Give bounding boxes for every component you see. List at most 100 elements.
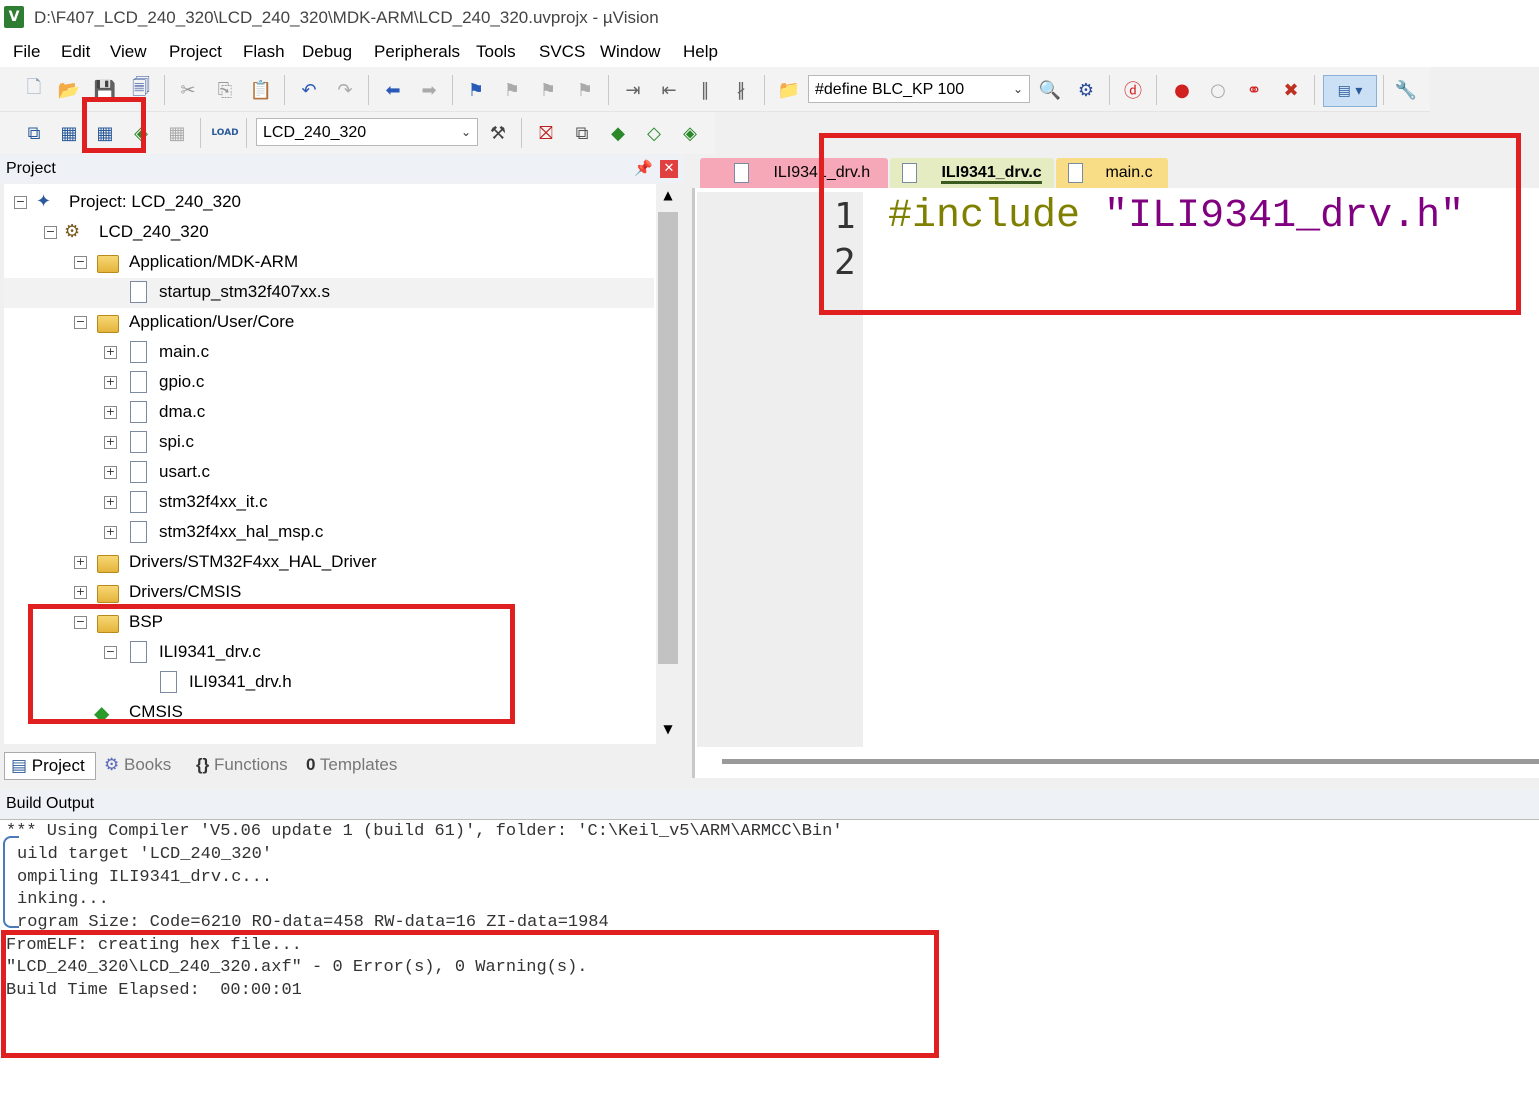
find-replace-icon[interactable]: ⚙ (1073, 77, 1099, 103)
menu-debug[interactable]: Debug (302, 42, 352, 62)
tree-item-file[interactable]: + stm32f4xx_hal_msp.c (4, 518, 654, 548)
new-file-icon[interactable]: 🗋 (21, 77, 47, 103)
clear-bookmarks-icon[interactable]: ⚑ (572, 77, 598, 103)
collapse-icon[interactable]: − (14, 196, 27, 209)
start-debug-icon[interactable]: ⓓ (1120, 77, 1146, 103)
build-output-title: Build Output (6, 795, 95, 812)
previous-bookmark-icon[interactable]: ⚑ (499, 77, 525, 103)
translate-icon[interactable]: ⧉ (21, 120, 47, 146)
pin-icon[interactable]: 📌 (634, 159, 653, 177)
copy-icon[interactable]: ⎘ (212, 77, 238, 103)
target-select[interactable]: LCD_240_320 ⌄ (256, 118, 478, 146)
window-layout-icon[interactable]: ▤ ▾ (1323, 75, 1377, 107)
tree-item-label: gpio.c (159, 372, 205, 391)
tree-item-project-root[interactable]: − ✦ Project: LCD_240_320 (4, 188, 654, 218)
tab-functions[interactable]: {} Functions (196, 752, 298, 778)
insert-breakpoint-icon[interactable]: ● (1169, 77, 1195, 103)
tree-item-file[interactable]: + stm32f4xx_it.c (4, 488, 654, 518)
expand-icon[interactable]: + (104, 406, 117, 419)
menu-peripherals[interactable]: Peripherals (374, 42, 460, 62)
scrollbar-thumb[interactable] (658, 212, 678, 664)
tree-item-group[interactable]: − Application/User/Core (4, 308, 654, 338)
expand-icon[interactable]: + (74, 586, 87, 599)
comment-icon[interactable]: ∥ (692, 77, 718, 103)
tree-item-file[interactable]: + main.c (4, 338, 654, 368)
enable-breakpoint-icon[interactable]: ○ (1205, 77, 1231, 103)
find-combo[interactable]: #define BLC_KP 100 ⌄ (808, 75, 1030, 103)
tree-item-file[interactable]: startup_stm32f407xx.s (4, 278, 654, 308)
tree-item-group[interactable]: + Drivers/STM32F4xx_HAL_Driver (4, 548, 654, 578)
target-options-icon[interactable]: ⚒ (485, 120, 511, 146)
tree-item-file[interactable]: + gpio.c (4, 368, 654, 398)
select-software-packs-icon[interactable]: ◇ (641, 120, 667, 146)
toolbar-separator (284, 75, 285, 105)
undo-icon[interactable]: ↶ (296, 77, 322, 103)
menu-tools[interactable]: Tools (476, 42, 516, 62)
collapse-icon[interactable]: − (74, 256, 87, 269)
file-icon (130, 281, 147, 303)
file-icon (130, 461, 147, 483)
next-bookmark-icon[interactable]: ⚑ (535, 77, 561, 103)
redo-icon[interactable]: ↷ (332, 77, 358, 103)
tab-books[interactable]: ⚙ Books (104, 752, 184, 778)
paste-icon[interactable]: 📋 (248, 77, 274, 103)
build-output-line: ompiling ILI9341_drv.c... (17, 868, 273, 887)
insert-bookmark-icon[interactable]: ⚑ (463, 77, 489, 103)
scroll-up-icon[interactable]: ▲ (656, 188, 680, 208)
expand-icon[interactable]: + (104, 466, 117, 479)
navigate-back-icon[interactable]: ⬅ (380, 77, 406, 103)
pack-installer-icon[interactable]: ◈ (677, 120, 703, 146)
manage-project-items-icon[interactable]: ⛝ (533, 120, 559, 146)
expand-icon[interactable]: + (104, 376, 117, 389)
find-in-files-icon[interactable]: 📁 (776, 77, 802, 103)
tree-item-label: stm32f4xx_it.c (159, 492, 268, 511)
configure-icon[interactable]: 🔧 (1393, 77, 1419, 103)
menu-flash[interactable]: Flash (243, 42, 285, 62)
books-icon: ⚙ (104, 755, 120, 774)
tab-templates[interactable]: 0 Templates (306, 752, 412, 778)
chevron-down-icon[interactable]: ⌄ (1009, 79, 1027, 99)
collapse-icon[interactable]: − (44, 226, 57, 239)
toolbar-separator (368, 75, 369, 105)
expand-icon[interactable]: + (74, 556, 87, 569)
tree-item-label: startup_stm32f407xx.s (159, 282, 331, 301)
tab-project[interactable]: ▤ Project (4, 752, 96, 780)
build-icon[interactable]: ▦ (56, 120, 82, 146)
tree-item-target[interactable]: − ⚙ LCD_240_320 (4, 218, 654, 248)
menu-file[interactable]: File (13, 42, 40, 62)
disable-breakpoints-icon[interactable]: ⚭ (1241, 77, 1267, 103)
menu-edit[interactable]: Edit (61, 42, 90, 62)
tree-item-file[interactable]: + usart.c (4, 458, 654, 488)
menu-window[interactable]: Window (600, 42, 660, 62)
stop-build-icon[interactable]: ▦ (164, 120, 190, 146)
menu-view[interactable]: View (110, 42, 147, 62)
incremental-find-icon[interactable]: 🔍 (1037, 77, 1063, 103)
cut-icon[interactable]: ✂ (175, 77, 201, 103)
uncomment-icon[interactable]: ∦ (728, 77, 754, 103)
navigate-forward-icon[interactable]: ➡ (416, 77, 442, 103)
tree-item-file[interactable]: + spi.c (4, 428, 654, 458)
expand-icon[interactable]: + (104, 346, 117, 359)
unindent-icon[interactable]: ⇤ (656, 77, 682, 103)
expand-icon[interactable]: + (104, 496, 117, 509)
collapse-icon[interactable]: − (74, 316, 87, 329)
tree-item-group[interactable]: − Application/MDK-ARM (4, 248, 654, 278)
tree-item-file[interactable]: + dma.c (4, 398, 654, 428)
manage-run-time-environment-icon[interactable]: ◆ (605, 120, 631, 146)
close-icon[interactable]: ✕ (660, 160, 678, 178)
chevron-down-icon[interactable]: ⌄ (457, 122, 475, 142)
scroll-down-icon[interactable]: ▼ (656, 722, 680, 742)
find-combo-value: #define BLC_KP 100 (815, 81, 965, 98)
menu-help[interactable]: Help (683, 42, 718, 62)
multi-project-icon[interactable]: ⧉ (569, 120, 595, 146)
expand-icon[interactable]: + (104, 436, 117, 449)
download-icon[interactable]: LOAD (211, 120, 238, 146)
tree-item-label: dma.c (159, 402, 206, 421)
menu-svcs[interactable]: SVCS (539, 42, 585, 62)
open-folder-icon[interactable]: 📂 (56, 77, 82, 103)
menu-project[interactable]: Project (169, 42, 222, 62)
indent-icon[interactable]: ⇥ (620, 77, 646, 103)
expand-icon[interactable]: + (104, 526, 117, 539)
editor-horizontal-scrollbar[interactable] (722, 759, 1539, 764)
kill-breakpoints-icon[interactable]: ✖ (1278, 77, 1304, 103)
